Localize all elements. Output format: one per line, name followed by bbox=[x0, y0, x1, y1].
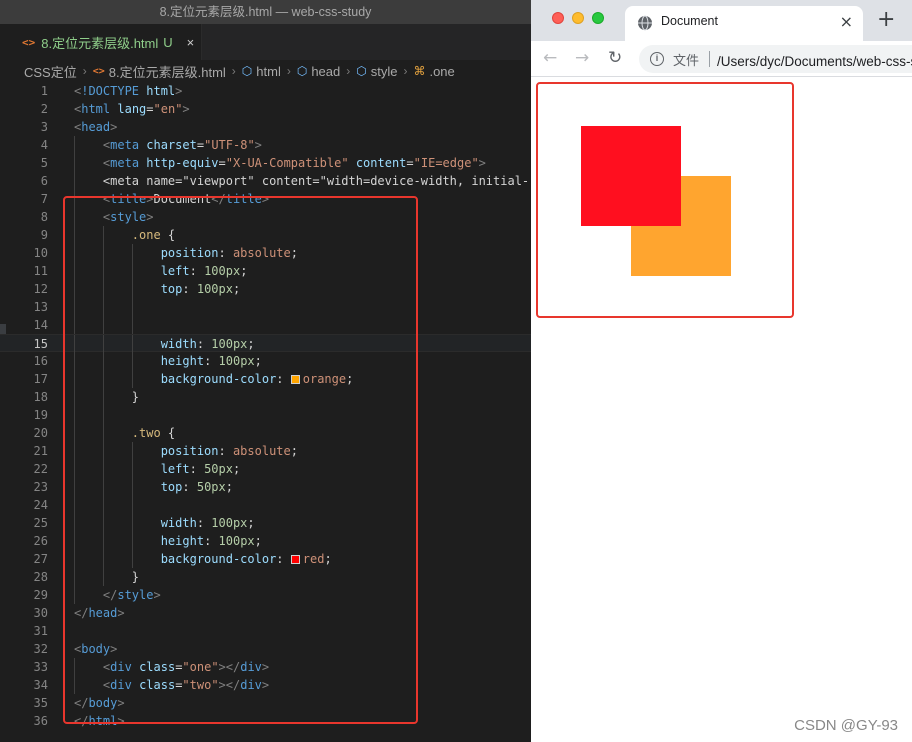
line-number: 4 bbox=[40, 138, 48, 152]
browser-tab[interactable]: Document × bbox=[625, 6, 863, 41]
chevron-right-icon: › bbox=[403, 64, 408, 78]
globe-icon bbox=[638, 15, 652, 31]
code-highlight-box bbox=[63, 196, 418, 724]
line-number: 3 bbox=[40, 120, 48, 134]
line-number: 24 bbox=[33, 498, 48, 512]
file-scheme-label: 文件 bbox=[673, 54, 700, 69]
chevron-right-icon: › bbox=[286, 64, 291, 78]
line-number: 9 bbox=[40, 228, 48, 242]
new-tab-button[interactable]: + bbox=[877, 8, 895, 32]
element-cube-icon: ⬡ bbox=[296, 64, 308, 78]
breadcrumb-folder[interactable]: CSS定位 bbox=[24, 62, 77, 81]
info-icon[interactable]: i bbox=[650, 52, 664, 66]
html-file-icon: <> bbox=[92, 65, 105, 77]
line-number: 25 bbox=[33, 516, 48, 530]
code-text: <head> bbox=[74, 120, 118, 134]
code-text: <html lang="en"> bbox=[74, 102, 190, 116]
line-number: 1 bbox=[40, 84, 48, 98]
address-bar[interactable]: i 文件 /Users/dyc/Documents/web-css-study/… bbox=[639, 45, 912, 73]
omnibox-divider bbox=[709, 51, 710, 67]
code-line[interactable]: 2 <html lang="en"> bbox=[0, 100, 531, 118]
line-number: 20 bbox=[33, 426, 48, 440]
breadcrumb-file[interactable]: 8.定位元素层级.html bbox=[109, 62, 226, 81]
code-line[interactable]: 4 <meta charset="UTF-8"> bbox=[0, 136, 531, 154]
line-number: 14 bbox=[33, 318, 48, 332]
code-line[interactable]: 1 <!DOCTYPE html> bbox=[0, 82, 531, 100]
line-number: 35 bbox=[33, 696, 48, 710]
chevron-right-icon: › bbox=[346, 64, 351, 78]
line-number: 33 bbox=[33, 660, 48, 674]
url-text[interactable]: /Users/dyc/Documents/web-css-study/CSS定位… bbox=[717, 50, 912, 70]
code-line[interactable]: 6 <meta name="viewport" content="width=d… bbox=[0, 172, 531, 190]
browser-window: Document × + ← → ↻ i 文件 /Users/dyc/Docum… bbox=[531, 0, 912, 742]
back-arrow-icon[interactable]: ← bbox=[543, 47, 557, 69]
render-highlight-box bbox=[536, 82, 794, 318]
code-text: <meta charset="UTF-8"> bbox=[102, 138, 262, 152]
breadcrumb-html[interactable]: html bbox=[256, 64, 281, 79]
forward-arrow-icon[interactable]: → bbox=[575, 47, 589, 69]
line-number: 36 bbox=[33, 714, 48, 728]
line-number: 21 bbox=[33, 444, 48, 458]
editor-tab-bar: <> 8.定位元素层级.html U × bbox=[0, 24, 531, 60]
code-text: <meta name="viewport" content="width=dev… bbox=[74, 174, 530, 188]
breadcrumb-head[interactable]: head bbox=[311, 64, 340, 79]
line-number: 10 bbox=[33, 246, 48, 260]
line-number: 31 bbox=[33, 624, 48, 638]
tab-file-name: 8.定位元素层级.html bbox=[41, 35, 159, 51]
close-tab-icon[interactable]: × bbox=[187, 35, 195, 50]
line-number: 29 bbox=[33, 588, 48, 602]
window-close-button[interactable] bbox=[552, 12, 564, 24]
code-editor: 8.定位元素层级.html — web-css-study <> 8.定位元素层… bbox=[0, 0, 531, 742]
line-number: 7 bbox=[40, 192, 48, 206]
code-text: <meta http-equiv="X-UA-Compatible" conte… bbox=[102, 156, 486, 170]
element-cube-icon: ⬡ bbox=[356, 64, 367, 78]
chevron-right-icon: › bbox=[231, 64, 236, 78]
watermark: CSDN @GY-93 bbox=[794, 717, 898, 734]
line-number: 16 bbox=[33, 354, 48, 368]
line-number: 11 bbox=[33, 264, 48, 278]
line-number: 18 bbox=[33, 390, 48, 404]
line-number: 27 bbox=[33, 552, 48, 566]
line-number: 2 bbox=[40, 102, 48, 116]
element-cube-icon: ⬡ bbox=[241, 64, 253, 78]
line-number: 6 bbox=[40, 174, 48, 188]
chevron-right-icon: › bbox=[82, 64, 87, 78]
line-number: 26 bbox=[33, 534, 48, 548]
code-line[interactable]: 5 <meta http-equiv="X-UA-Compatible" con… bbox=[0, 154, 531, 172]
line-number: 32 bbox=[33, 642, 48, 656]
line-number: 22 bbox=[33, 462, 48, 476]
code-text: <!DOCTYPE html> bbox=[74, 84, 183, 98]
editor-window-title: 8.定位元素层级.html — web-css-study bbox=[0, 0, 531, 24]
line-number: 5 bbox=[40, 156, 48, 170]
reload-icon[interactable]: ↻ bbox=[608, 47, 622, 69]
html-file-icon: <> bbox=[22, 35, 36, 49]
line-number: 12 bbox=[33, 282, 48, 296]
line-number: 23 bbox=[33, 480, 48, 494]
breadcrumb-style[interactable]: style bbox=[371, 64, 398, 79]
line-number: 13 bbox=[33, 300, 48, 314]
breadcrumb-selector[interactable]: .one bbox=[429, 64, 454, 79]
browser-tab-title: Document bbox=[661, 14, 718, 28]
window-minimize-button[interactable] bbox=[572, 12, 584, 24]
line-number: 30 bbox=[33, 606, 48, 620]
code-line[interactable]: 3 <head> bbox=[0, 118, 531, 136]
browser-tab-strip: Document × + bbox=[531, 0, 912, 41]
editor-tab-active[interactable]: <> 8.定位元素层级.html U × bbox=[0, 24, 202, 60]
breadcrumb: CSS定位 › <> 8.定位元素层级.html › ⬡ html › ⬡ he… bbox=[0, 60, 531, 82]
line-number: 34 bbox=[33, 678, 48, 692]
line-number: 19 bbox=[33, 408, 48, 422]
selector-icon: ⌘ bbox=[413, 64, 426, 78]
line-number: 8 bbox=[40, 210, 48, 224]
line-number: 28 bbox=[33, 570, 48, 584]
browser-toolbar: ← → ↻ i 文件 /Users/dyc/Documents/web-css-… bbox=[531, 41, 912, 77]
close-tab-icon[interactable]: × bbox=[840, 12, 853, 31]
line-number: 17 bbox=[33, 372, 48, 386]
window-zoom-button[interactable] bbox=[592, 12, 604, 24]
page-viewport bbox=[531, 77, 912, 742]
untracked-status-badge: U bbox=[163, 34, 173, 50]
line-number: 15 bbox=[33, 337, 48, 351]
